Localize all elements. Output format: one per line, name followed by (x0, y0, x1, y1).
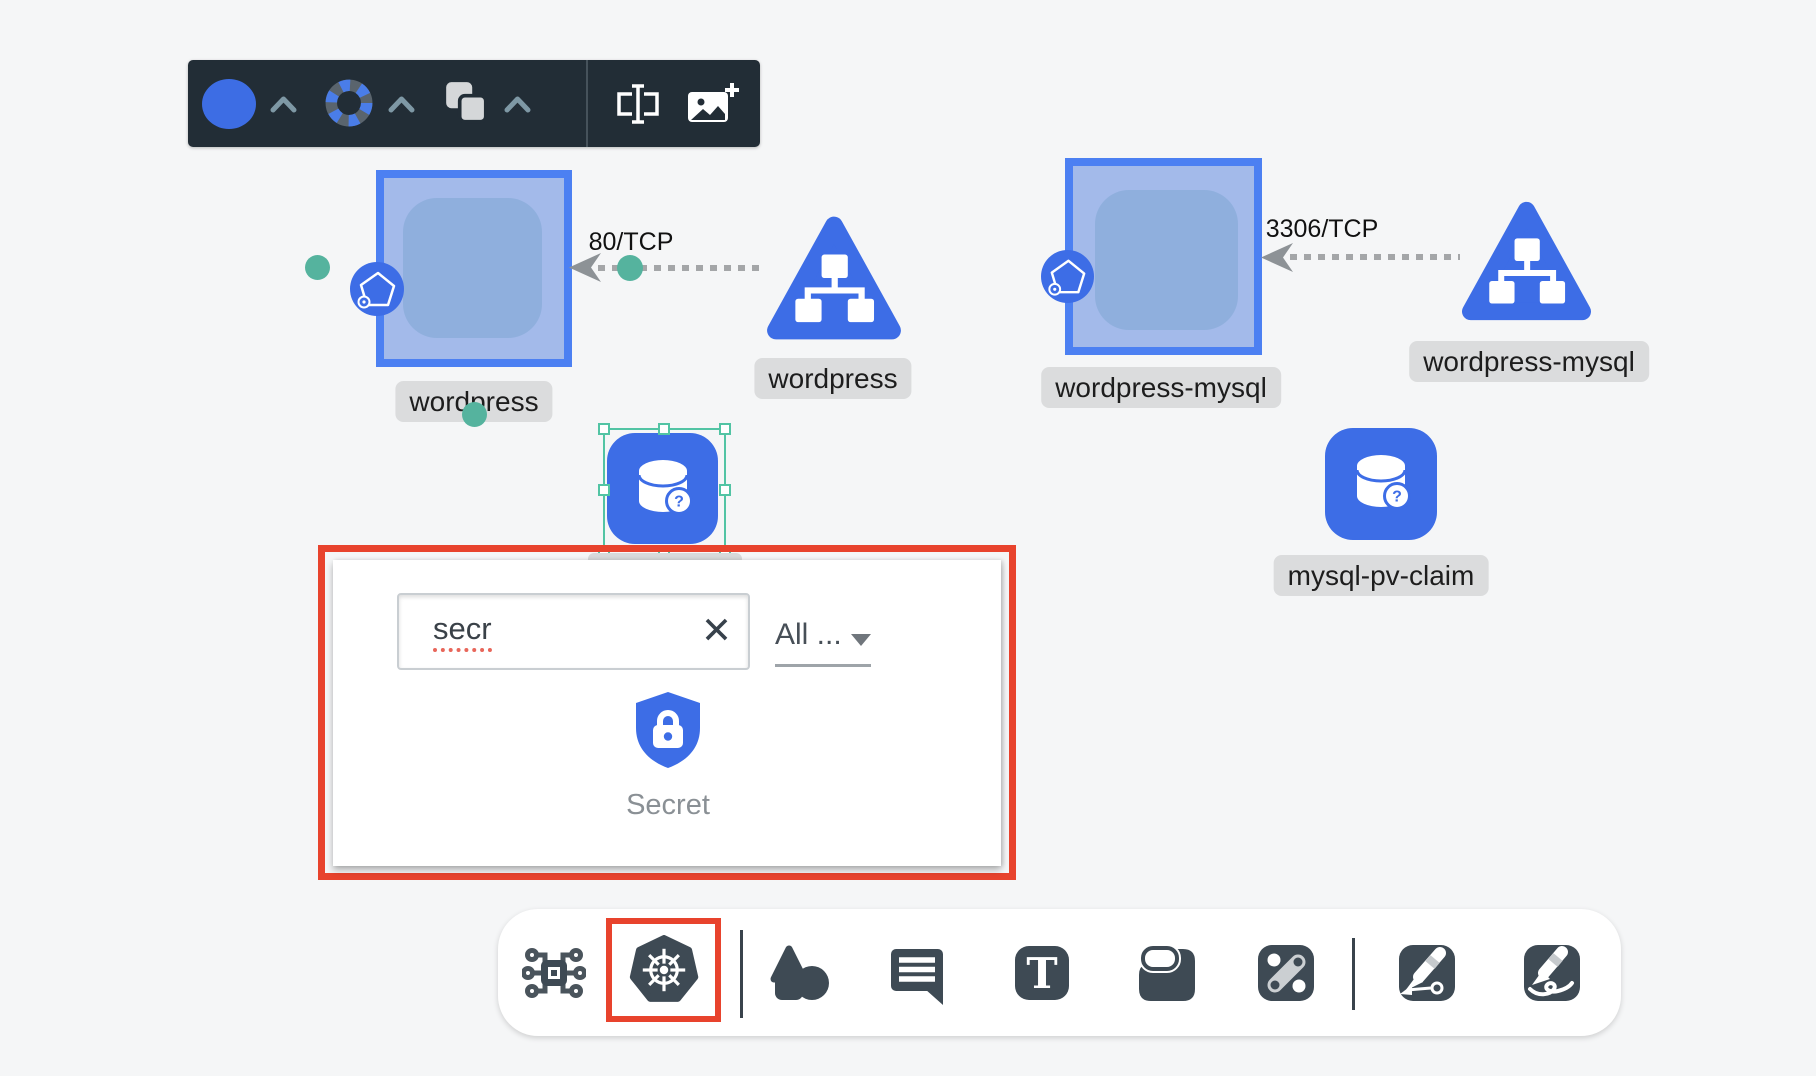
rename-field-icon[interactable] (612, 82, 664, 126)
edge-80tcp[interactable] (584, 265, 766, 271)
connection-handle[interactable] (462, 402, 487, 427)
palette-popup-frame: secr ✕ All ... Secret (318, 545, 1016, 880)
clear-search-icon[interactable]: ✕ (701, 611, 732, 651)
kubernetes-tool-selected[interactable] (606, 918, 721, 1022)
text-tool-icon[interactable]: T (1010, 941, 1074, 1005)
deployment-wordpress[interactable] (376, 170, 572, 367)
dropdown-caret-icon (851, 634, 871, 646)
pod-area (403, 198, 542, 338)
edge-label: 3306/TCP (1266, 215, 1379, 244)
pod-badge-icon[interactable] (350, 262, 404, 316)
result-label: Secret (596, 789, 740, 822)
edge-pen-tool-icon[interactable] (1395, 941, 1459, 1005)
search-input[interactable]: secr ✕ (397, 593, 750, 670)
secret-shield-icon (632, 690, 704, 770)
resize-handle[interactable] (598, 484, 610, 496)
service-wordpress-mysql[interactable] (1460, 192, 1593, 330)
node-label[interactable]: mysql-pv-claim (1274, 555, 1489, 596)
deployment-wordpress-mysql[interactable] (1065, 158, 1262, 355)
resize-handle[interactable] (658, 423, 670, 435)
style-toolbar (188, 60, 760, 147)
resize-handle[interactable] (719, 423, 731, 435)
node-label[interactable]: wordpress-mysql (1409, 341, 1649, 382)
draw-pencil-tool-icon[interactable] (1520, 941, 1584, 1005)
resize-handle[interactable] (598, 423, 610, 435)
chevron-up-icon[interactable] (388, 96, 415, 113)
copy-style-icon[interactable] (442, 78, 492, 128)
fill-style-circle-icon[interactable] (202, 79, 256, 129)
shapes-tool-icon[interactable] (767, 941, 831, 1005)
comment-tool-icon[interactable] (885, 941, 949, 1005)
palette-result-secret[interactable]: Secret (596, 690, 740, 822)
edge-3306tcp[interactable] (1276, 254, 1460, 260)
category-filter-dropdown[interactable]: All ... (775, 618, 871, 666)
pvc-mysql-pv-claim[interactable]: ? (1325, 428, 1437, 540)
search-input-value: secr (433, 611, 492, 652)
svg-text:?: ? (1392, 489, 1402, 506)
chevron-up-icon[interactable] (270, 96, 297, 113)
selection-box[interactable] (603, 428, 726, 552)
node-label[interactable]: wordpress-mysql (1041, 367, 1281, 408)
connector-tool-icon[interactable] (1254, 941, 1318, 1005)
dropdown-underline (775, 664, 871, 667)
dock-divider (740, 930, 743, 1018)
stroke-style-ring-icon[interactable] (324, 78, 374, 128)
frame-tool-icon[interactable] (1135, 941, 1199, 1005)
tool-dock: T (498, 909, 1621, 1036)
palette-popup: secr ✕ All ... Secret (333, 560, 1001, 866)
infrastructure-tool-icon[interactable] (522, 941, 586, 1005)
svg-text:T: T (1026, 949, 1057, 998)
toolbar-divider (586, 60, 588, 147)
chevron-up-icon[interactable] (504, 96, 531, 113)
replace-image-icon[interactable] (684, 80, 740, 128)
node-label[interactable]: wordpress (754, 358, 911, 399)
edge-endpoint-handle[interactable] (617, 255, 643, 281)
resize-handle[interactable] (719, 484, 731, 496)
pod-area (1095, 190, 1238, 330)
edge-label: 80/TCP (589, 228, 674, 257)
dock-divider (1352, 938, 1355, 1010)
connection-handle[interactable] (305, 255, 330, 280)
filter-value: All ... (775, 618, 842, 651)
arrowhead-icon (1260, 242, 1294, 273)
volume-claim-icon: ? (1331, 434, 1431, 534)
service-wordpress[interactable] (765, 213, 903, 343)
kubernetes-helm-icon (629, 935, 699, 1005)
pod-badge-icon[interactable] (1041, 250, 1094, 303)
